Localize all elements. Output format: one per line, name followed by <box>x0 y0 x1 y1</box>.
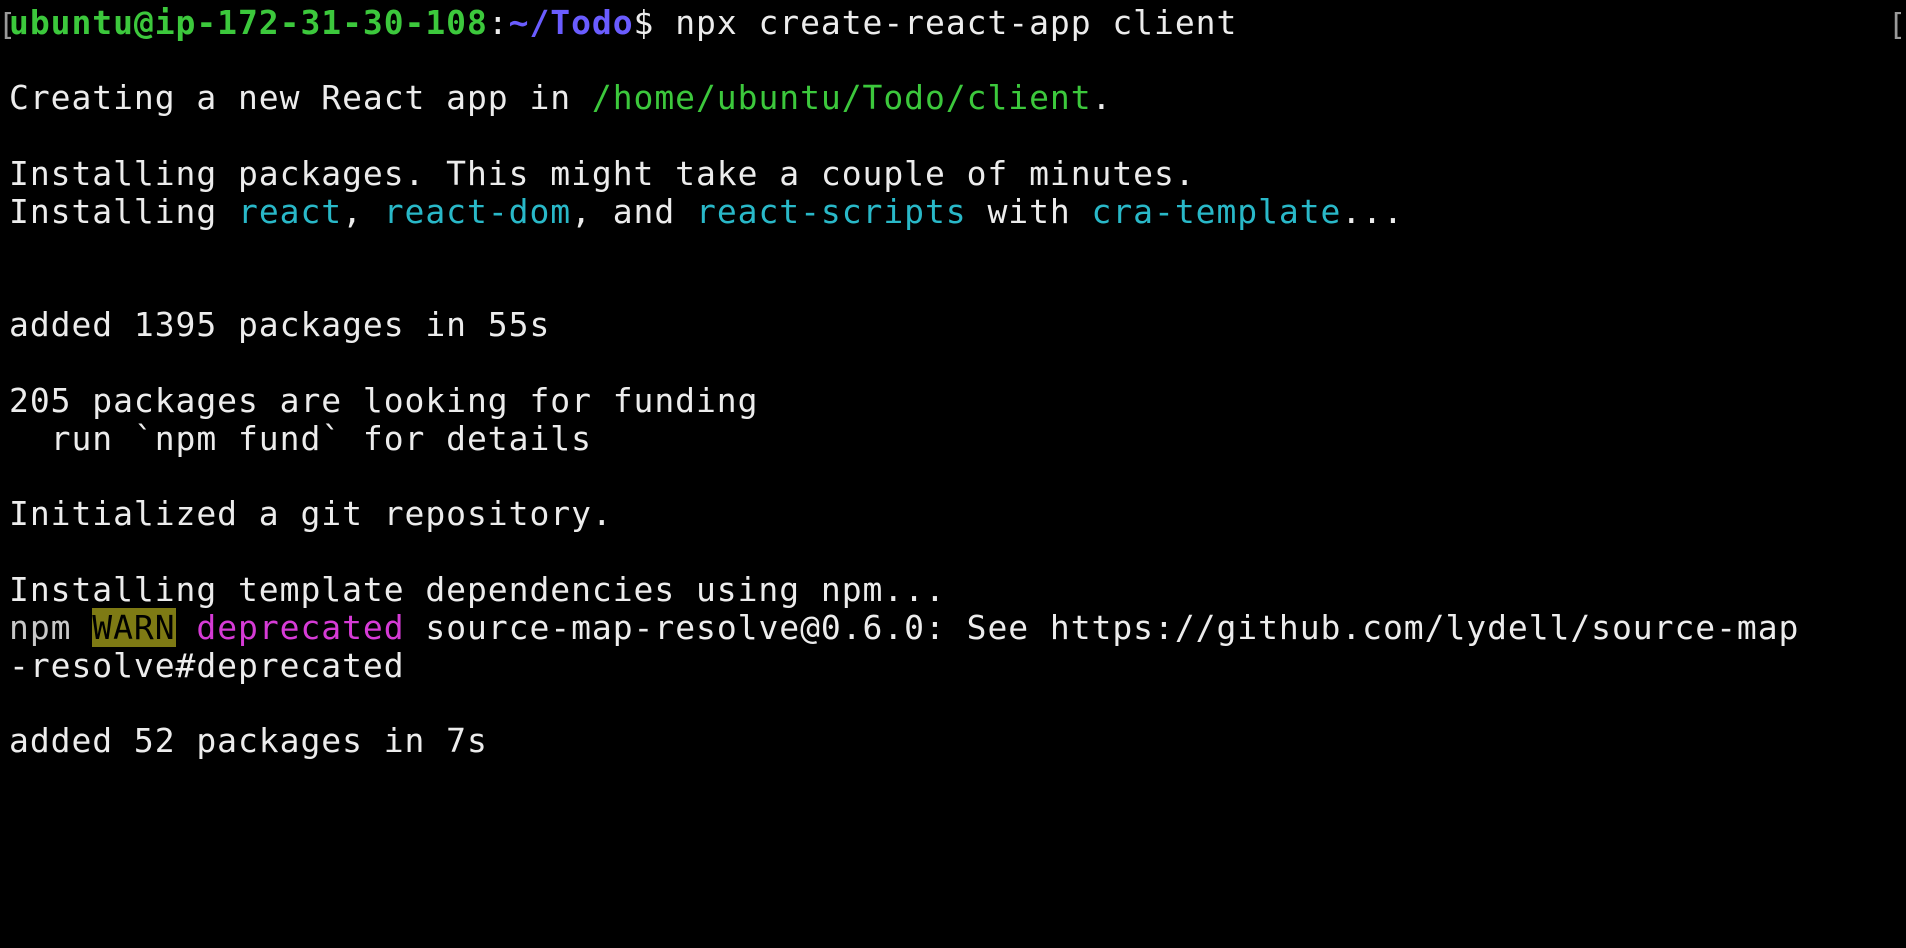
ellipsis: ... <box>1341 192 1404 231</box>
creating-prefix: Creating a new React app in <box>9 78 592 117</box>
git-init-line: Initialized a git repository. <box>9 494 613 533</box>
deprecated-label: deprecated <box>175 608 405 647</box>
command-text: npx create-react-app client <box>654 3 1238 42</box>
warn-badge: WARN <box>92 608 176 647</box>
creating-suffix: . <box>1091 78 1113 117</box>
installing-prefix: Installing <box>9 192 238 231</box>
added-packages-line: added 1395 packages in 55s <box>9 305 551 344</box>
pkg-react-dom: react-dom <box>383 192 572 231</box>
prompt-line: ubuntu@ip-172-31-30-108:~/Todo$ npx crea… <box>9 0 1237 46</box>
installing-deps-line: Installing react, react-dom, and react-s… <box>9 189 1404 235</box>
prompt-user-host: ubuntu@ip-172-31-30-108 <box>9 3 488 42</box>
npm-label: npm <box>9 608 93 647</box>
pkg-react-scripts: react-scripts <box>696 192 967 231</box>
deprecated-message: source-map-resolve@0.6.0: See https://gi… <box>404 608 1800 647</box>
added-template-packages-line: added 52 packages in 7s <box>9 721 488 760</box>
terminal-right-bracket: [ <box>1887 8 1906 43</box>
terminal-window[interactable]: [ [ ubuntu@ip-172-31-30-108:~/Todo$ npx … <box>0 0 1906 948</box>
creating-line: Creating a new React app in /home/ubuntu… <box>9 75 1112 121</box>
comma-separator: , <box>342 192 384 231</box>
npm-warn-continuation: -resolve#deprecated <box>9 646 405 685</box>
pkg-react: react <box>238 192 343 231</box>
fund-hint-line: run `npm fund` for details <box>9 419 592 458</box>
with-text: with <box>966 192 1092 231</box>
creating-path: /home/ubuntu/Todo/client <box>591 78 1092 117</box>
prompt-separator: : <box>487 3 509 42</box>
pkg-cra-template: cra-template <box>1091 192 1342 231</box>
and-text: , and <box>571 192 696 231</box>
prompt-dollar: $ <box>633 3 655 42</box>
prompt-path: ~/Todo <box>508 3 634 42</box>
